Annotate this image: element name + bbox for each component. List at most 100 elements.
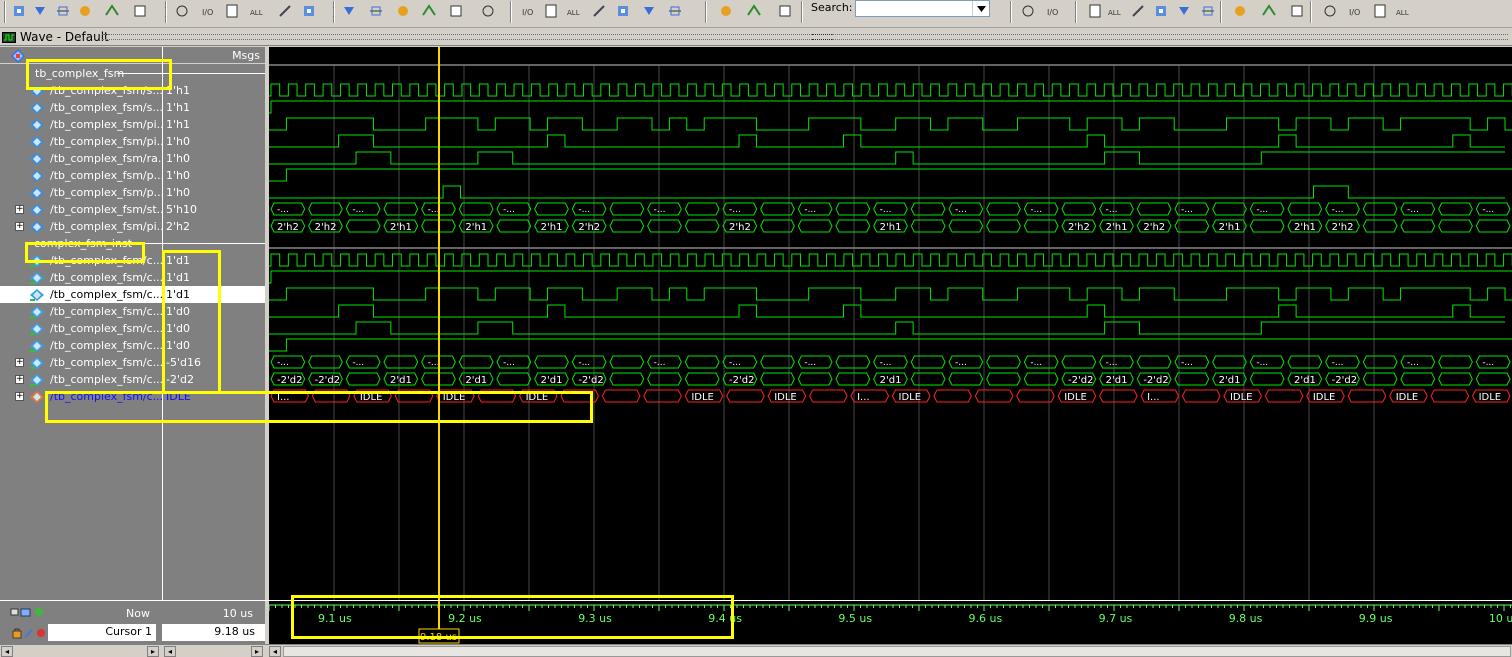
insert-breakpoint-icon[interactable] xyxy=(75,2,95,20)
signal-name: /tb_complex_fsm/p... xyxy=(50,186,162,199)
wave-format-icon[interactable] xyxy=(1175,2,1195,20)
bus-value-label: -... xyxy=(729,358,741,368)
title-grip-handle[interactable] xyxy=(812,34,832,40)
waveform-pane[interactable]: -... -... -... -... -... -... -... -... -... -...… xyxy=(269,47,1512,600)
add-wave-dropdown-icon[interactable] xyxy=(31,2,51,20)
expand-icon[interactable]: + xyxy=(15,358,24,367)
find-next-fall-icon[interactable] xyxy=(541,2,561,20)
signal-row[interactable]: /tb_complex_fsm/c... xyxy=(0,286,162,303)
expand-icon[interactable]: + xyxy=(15,375,24,384)
edit-mode-icon[interactable] xyxy=(366,2,386,20)
dataflow-icon[interactable] xyxy=(102,2,122,20)
insert-cursor-icon[interactable] xyxy=(1152,2,1172,20)
expand-icon[interactable]: + xyxy=(15,222,24,231)
names-scroll-left-button[interactable]: ◂ xyxy=(1,646,13,657)
values-scroll-left-button[interactable]: ◂ xyxy=(164,646,176,657)
search-input[interactable] xyxy=(855,0,990,17)
all-icon[interactable] xyxy=(222,2,242,20)
signal-row[interactable]: /tb_complex_fsm/pi... xyxy=(0,133,162,150)
leaf-icon[interactable] xyxy=(1259,2,1279,20)
waveform-canvas[interactable]: -... -... -... -... -... -... -... -... -... -...… xyxy=(269,47,1512,600)
title-grip-right xyxy=(832,34,1508,40)
signal-diamond-icon xyxy=(29,169,45,184)
signal-value: 1'h0 xyxy=(166,135,190,148)
cursor-lock-icons[interactable] xyxy=(12,627,48,642)
timeline-ruler[interactable]: 9.1 us 9.2 us 9.3 us 9.4 us 9.5 us 9.6 us 9.7 … xyxy=(269,601,1512,645)
signal-row[interactable]: /tb_complex_fsm/c... xyxy=(0,320,162,337)
signal-row[interactable]: + /tb_complex_fsm/c... xyxy=(0,354,162,371)
signal-row[interactable]: /tb_complex_fsm/c... xyxy=(0,252,162,269)
signal-row[interactable]: + /tb_complex_fsm/st... xyxy=(0,201,162,218)
timeline-tick-label: 9.8 us xyxy=(1229,612,1263,625)
signal-diamond-icon xyxy=(29,84,45,99)
signal-row[interactable]: /tb_complex_fsm/p... xyxy=(0,184,162,201)
add-wave-dropdown-icon[interactable] xyxy=(1370,2,1390,20)
find-previous-rise-icon[interactable]: ALL xyxy=(565,2,585,20)
group-divider[interactable]: tb_complex_fsm xyxy=(0,65,262,82)
find-next-edge-icon[interactable] xyxy=(478,2,498,20)
event-icon[interactable] xyxy=(1320,2,1340,20)
add-wave-icon[interactable]: I/O xyxy=(1345,2,1365,20)
clock-wave xyxy=(269,83,1512,97)
probe-icon[interactable] xyxy=(419,2,439,20)
zoom-out-icon[interactable]: I/O xyxy=(1043,2,1063,20)
wildcard-icon[interactable] xyxy=(172,2,192,20)
zoom-range-icon[interactable] xyxy=(1128,2,1148,20)
wave-scroll-thumb[interactable] xyxy=(283,646,1511,657)
insert-divider-icon[interactable]: ALL xyxy=(1394,2,1414,20)
signal-row[interactable]: /tb_complex_fsm/c... xyxy=(0,303,162,320)
select-mode-icon[interactable] xyxy=(275,2,295,20)
signal-name: /tb_complex_fsm/c... xyxy=(50,322,162,335)
bus-value-label: -... xyxy=(880,358,892,368)
signal-value: 1'd1 xyxy=(163,286,266,303)
signal-row[interactable]: /tb_complex_fsm/pi... xyxy=(0,116,162,133)
signal-row[interactable]: /tb_complex_fsm/c... xyxy=(0,269,162,286)
zoom-full-icon[interactable] xyxy=(1085,2,1105,20)
group-divider[interactable]: complex_fsm_inst xyxy=(0,235,263,252)
signal-row[interactable]: /tb_complex_fsm/s... xyxy=(0,99,162,116)
insert-divider-icon[interactable] xyxy=(53,2,73,20)
timeline-area[interactable]: 9.1 us 9.2 us 9.3 us 9.4 us 9.5 us 9.6 us 9.7 … xyxy=(269,601,1512,645)
cursor-add-icons[interactable] xyxy=(10,606,46,621)
signal-name: /tb_complex_fsm/c... xyxy=(50,288,162,301)
search-icon[interactable] xyxy=(716,2,736,20)
list-icon[interactable] xyxy=(130,2,150,20)
find-next-rise-icon[interactable] xyxy=(589,2,609,20)
literal-icon[interactable] xyxy=(1287,2,1307,20)
signal-row[interactable]: /tb_complex_fsm/ra... xyxy=(0,150,162,167)
signal-row[interactable]: + /tb_complex_fsm/c... xyxy=(0,371,162,388)
zoom-mode-icon[interactable] xyxy=(300,2,320,20)
box-format-icon[interactable] xyxy=(1230,2,1250,20)
find-previous-fall-icon[interactable]: I/O xyxy=(518,2,538,20)
zoom-cursor-icon[interactable]: ALL xyxy=(1106,2,1126,20)
signal-row[interactable]: /tb_complex_fsm/s... xyxy=(0,82,162,99)
stretch-edge-icon[interactable] xyxy=(393,2,413,20)
add-wave-icon[interactable] xyxy=(10,2,30,20)
names-scroll-right-button[interactable]: ▸ xyxy=(147,646,159,657)
find-next-icon[interactable] xyxy=(744,2,764,20)
search-dropdown-icon[interactable] xyxy=(972,1,989,16)
step-into-icon[interactable] xyxy=(614,2,634,20)
bar-format-icon[interactable] xyxy=(1198,2,1218,20)
bus-value-label: IDLE xyxy=(774,392,797,403)
log-icon[interactable]: I/O xyxy=(198,2,218,20)
find-previous-icon[interactable] xyxy=(775,2,795,20)
signal-row[interactable]: /tb_complex_fsm/c... xyxy=(0,337,162,354)
values-scroll-right-button[interactable]: ▸ xyxy=(251,646,263,657)
write-icon[interactable]: ALL xyxy=(248,2,268,20)
wave-scroll-left-button[interactable]: ◂ xyxy=(269,646,281,657)
bus-value-label: -... xyxy=(1407,205,1419,215)
signal-row[interactable]: + /tb_complex_fsm/c... xyxy=(0,388,162,405)
step-out-icon[interactable] xyxy=(665,2,685,20)
find-previous-edge-icon[interactable] xyxy=(446,2,466,20)
signal-row[interactable]: + /tb_complex_fsm/pi... xyxy=(0,218,162,235)
digital-wave xyxy=(269,151,1505,165)
pan-mode-icon[interactable] xyxy=(340,2,360,20)
step-over-icon[interactable] xyxy=(640,2,660,20)
zoom-in-icon[interactable] xyxy=(1018,2,1038,20)
bus-value-label: 2'd1 xyxy=(541,375,563,386)
expand-icon[interactable]: + xyxy=(15,392,24,401)
expand-icon[interactable]: + xyxy=(15,205,24,214)
signal-row[interactable]: /tb_complex_fsm/p... xyxy=(0,167,162,184)
cursor-name-field[interactable]: Cursor 1 xyxy=(48,624,156,641)
